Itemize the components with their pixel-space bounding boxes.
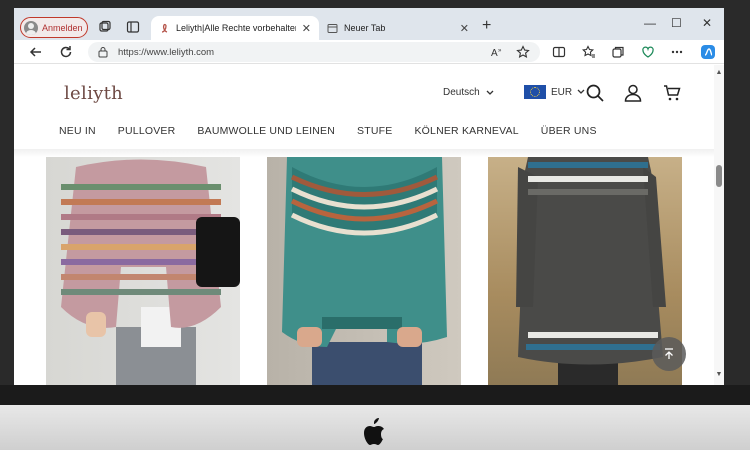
svg-text:»: » <box>498 48 502 54</box>
new-tab-favicon-icon <box>327 23 338 33</box>
split-screen-icon[interactable] <box>552 45 566 59</box>
menu-item-ueber-uns[interactable]: ÜBER UNS <box>541 125 597 137</box>
language-label: Deutsch <box>443 87 480 98</box>
profile-button[interactable]: Anmelden <box>20 17 88 38</box>
workspaces-icon[interactable] <box>98 20 112 34</box>
leliyth-favicon-icon <box>161 23 168 33</box>
main-menu: NEU IN PULLOVER BAUMWOLLE UND LEINEN STU… <box>59 125 619 137</box>
more-icon[interactable] <box>670 45 684 59</box>
tab-bar: Anmelden Leliyth|Alle Rechte vorbehalten… <box>14 8 724 40</box>
eu-flag-icon <box>524 85 546 99</box>
tab-title: Neuer Tab <box>344 23 386 33</box>
collections-icon[interactable] <box>611 45 625 59</box>
tab-title: Leliyth|Alle Rechte vorbehalten. <box>176 23 296 33</box>
currency-selector[interactable]: EUR <box>524 85 585 99</box>
heart-shield-icon[interactable] <box>641 45 655 59</box>
scrollbar-thumb[interactable] <box>716 165 722 187</box>
scroll-down-arrow-icon[interactable]: ▼ <box>715 371 723 379</box>
read-aloud-icon[interactable]: A » <box>490 45 504 59</box>
webpage: leliyth Deutsch EUR NEU IN PULLOVER BAUM… <box>14 65 714 385</box>
url-field[interactable]: https://www.leliyth.com <box>88 42 540 62</box>
brand-name: leliyth <box>64 83 124 104</box>
apple-logo-icon <box>364 418 384 445</box>
profile-avatar-icon <box>24 20 38 35</box>
new-tab-button[interactable]: + <box>482 18 491 34</box>
menu-item-neu-in[interactable]: NEU IN <box>59 125 96 137</box>
maximize-icon[interactable]: ☐ <box>671 16 682 30</box>
currency-label: EUR <box>551 86 573 98</box>
close-window-icon[interactable]: ✕ <box>702 16 712 30</box>
tab-new[interactable]: Neuer Tab ✕ <box>319 16 477 40</box>
lock-icon[interactable] <box>98 46 108 58</box>
reload-icon[interactable] <box>58 44 74 60</box>
scroll-up-arrow-icon[interactable]: ▲ <box>715 69 723 77</box>
monitor-bezel-right <box>724 0 750 405</box>
monitor-bezel-top <box>0 0 750 8</box>
copilot-icon[interactable] <box>700 44 716 60</box>
favorites-icon[interactable] <box>582 45 596 59</box>
minimize-icon[interactable]: — <box>644 16 656 30</box>
language-selector[interactable]: Deutsch <box>443 87 494 98</box>
product-card-2[interactable] <box>267 157 461 385</box>
svg-text:A: A <box>491 48 498 59</box>
profile-label: Anmelden <box>42 22 83 33</box>
tab-leliyth[interactable]: Leliyth|Alle Rechte vorbehalten. ✕ <box>151 16 319 40</box>
tab-close-icon[interactable]: ✕ <box>460 22 469 35</box>
scroll-to-top-button[interactable] <box>652 337 686 371</box>
address-bar: https://www.leliyth.com A » <box>14 40 724 64</box>
star-icon[interactable] <box>516 45 530 59</box>
cart-icon[interactable] <box>663 84 681 102</box>
tab-close-icon[interactable]: ✕ <box>302 22 311 35</box>
product-card-1[interactable] <box>46 157 240 385</box>
account-icon[interactable] <box>624 84 642 102</box>
menu-item-pullover[interactable]: PULLOVER <box>118 125 176 137</box>
vertical-tabs-icon[interactable] <box>126 20 140 34</box>
browser-window: Anmelden Leliyth|Alle Rechte vorbehalten… <box>14 8 724 385</box>
chevron-down-icon <box>577 89 585 94</box>
arrow-up-icon <box>665 348 673 359</box>
monitor-bezel-bottom <box>0 385 750 405</box>
menu-item-stufe[interactable]: STUFE <box>357 125 392 137</box>
menu-item-koelner-karneval[interactable]: KÖLNER KARNEVAL <box>414 125 518 137</box>
brand-logo[interactable]: leliyth <box>64 83 123 104</box>
header-shadow <box>14 149 714 157</box>
url-text: https://www.leliyth.com <box>118 46 215 58</box>
product-image-striped-sweater <box>61 159 240 385</box>
menu-item-baumwolle-und-leinen[interactable]: BAUMWOLLE UND LEINEN <box>197 125 335 137</box>
chevron-down-icon <box>486 90 494 95</box>
page-scrollbar[interactable]: ▲ ▼ <box>714 65 724 385</box>
monitor-bezel-left <box>0 0 14 405</box>
product-image-teal-sweater <box>282 157 447 385</box>
back-arrow-icon[interactable] <box>28 44 44 60</box>
search-icon[interactable] <box>586 84 604 102</box>
